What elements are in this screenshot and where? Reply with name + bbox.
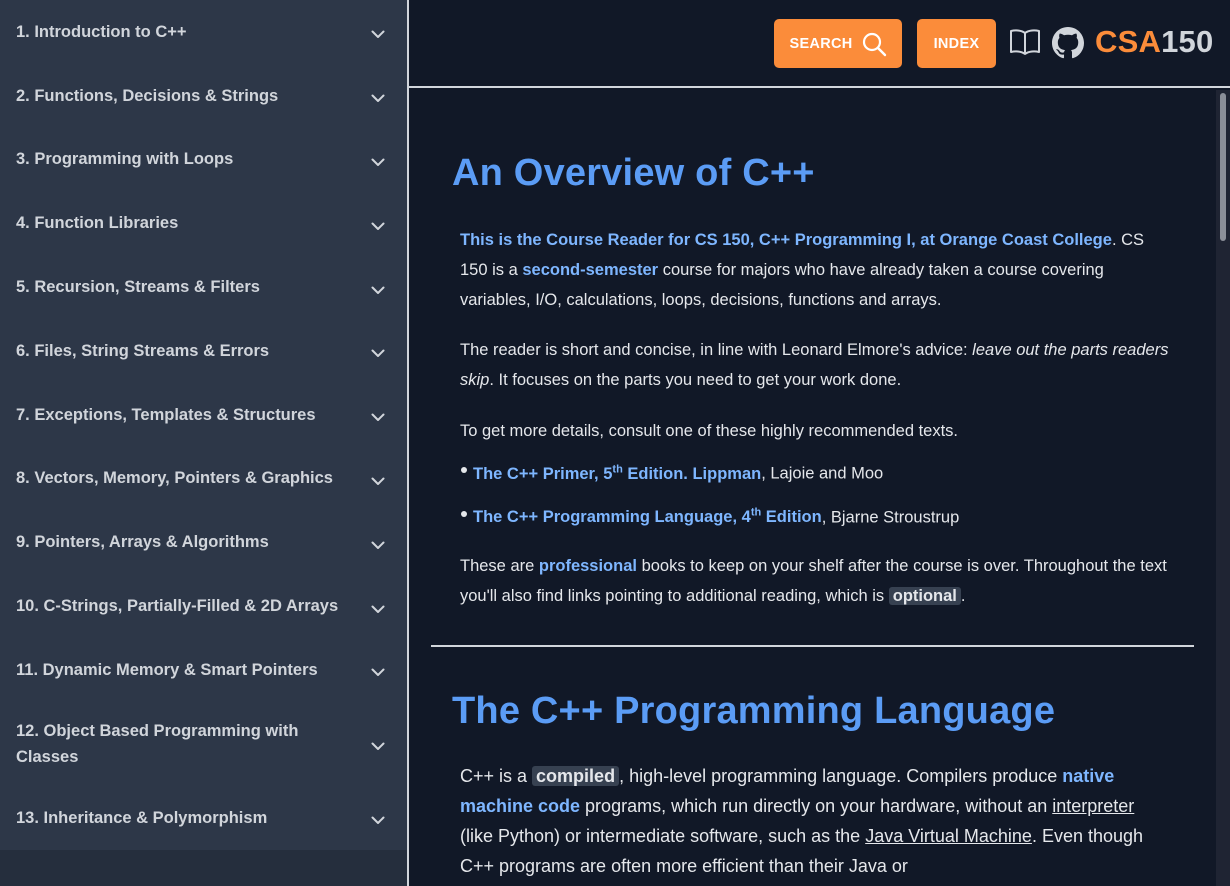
link-text: The C++ Programming Language, 4 xyxy=(473,508,751,526)
link-text: Edition xyxy=(761,508,822,526)
book-list: The C++ Primer, 5th Edition. Lippman, La… xyxy=(460,450,960,538)
sidebar-item-chapter-9[interactable]: 9. Pointers, Arrays & Algorithms xyxy=(0,510,407,574)
cpp-language-link[interactable]: The C++ Programming Language, 4th Editio… xyxy=(473,506,822,527)
site-logo[interactable]: CSA150 xyxy=(1095,24,1213,60)
chevron-down-icon xyxy=(369,90,387,108)
section-divider xyxy=(431,645,1194,647)
sidebar-item-label: 2. Functions, Decisions & Strings xyxy=(16,86,279,105)
chevron-down-icon xyxy=(369,812,387,830)
sidebar-item-label: 12. Object Based Programming with Classe… xyxy=(16,721,299,766)
inline-code: compiled xyxy=(532,766,620,786)
chevron-down-icon xyxy=(369,281,387,299)
list-item: The C++ Primer, 5th Edition. Lippman, La… xyxy=(460,450,959,494)
advice-paragraph: The reader is short and concise, in line… xyxy=(460,335,1175,395)
sidebar-item-chapter-8[interactable]: 8. Vectors, Memory, Pointers & Graphics xyxy=(0,447,407,511)
sidebar-item-label: 5. Recursion, Streams & Filters xyxy=(16,278,260,297)
text: These are xyxy=(460,557,539,575)
language-paragraph: C++ is a compiled, high-level programmin… xyxy=(460,761,1170,881)
texts-intro-paragraph: To get more details, consult one of thes… xyxy=(460,422,959,440)
professional-link[interactable]: professional xyxy=(539,557,637,575)
sidebar-item-chapter-11[interactable]: 11. Dynamic Memory & Smart Pointers xyxy=(0,638,407,702)
text: , Lajoie and Moo xyxy=(761,464,884,483)
sidebar-item-chapter-5[interactable]: 5. Recursion, Streams & Filters xyxy=(0,255,407,319)
sidebar-item-chapter-2[interactable]: 2. Functions, Decisions & Strings xyxy=(0,64,407,128)
list-item: The C++ Programming Language, 4th Editio… xyxy=(460,494,960,538)
superscript: th xyxy=(612,463,623,475)
cpp-primer-link[interactable]: The C++ Primer, 5th Edition. Lippman xyxy=(473,463,762,483)
scrollbar[interactable] xyxy=(1216,90,1230,886)
scrollbar-thumb[interactable] xyxy=(1220,93,1226,241)
superscript: th xyxy=(750,506,762,519)
chevron-down-icon xyxy=(369,153,387,171)
search-icon xyxy=(862,32,886,56)
chevron-down-icon xyxy=(369,738,387,756)
section-heading: The C++ Programming Language xyxy=(452,690,1056,732)
sidebar-item-chapter-10[interactable]: 10. C-Strings, Partially-Filled & 2D Arr… xyxy=(0,574,407,638)
index-button[interactable]: INDEX xyxy=(917,19,996,68)
search-button[interactable]: SEARCH xyxy=(774,19,902,68)
interpreter-link[interactable]: interpreter xyxy=(1052,796,1134,816)
main-content: An Overview of C++ This is the Course Re… xyxy=(409,90,1230,886)
github-icon[interactable] xyxy=(1052,27,1084,59)
sidebar-item-chapter-1[interactable]: 1. Introduction to C++ xyxy=(0,0,407,64)
link-text: Edition. Lippman xyxy=(622,464,762,483)
text: , Bjarne Stroustrup xyxy=(821,508,960,526)
chevron-down-icon xyxy=(369,472,387,490)
sidebar-item-label: 4. Function Libraries xyxy=(16,214,179,233)
sidebar: 1. Introduction to C++ 2. Functions, Dec… xyxy=(0,0,407,886)
sidebar-list: 1. Introduction to C++ 2. Functions, Dec… xyxy=(0,0,407,850)
text: (like Python) or intermediate software, … xyxy=(460,826,866,846)
sidebar-item-chapter-6[interactable]: 6. Files, String Streams & Errors xyxy=(0,319,407,383)
intro-paragraph: This is the Course Reader for CS 150, C+… xyxy=(460,225,1175,315)
sidebar-item-chapter-7[interactable]: 7. Exceptions, Templates & Structures xyxy=(0,383,407,447)
sidebar-item-label: 10. C-Strings, Partially-Filled & 2D Arr… xyxy=(16,597,339,616)
sidebar-item-label: 8. Vectors, Memory, Pointers & Graphics xyxy=(16,469,333,488)
brand-prefix: CSA xyxy=(1095,24,1162,59)
jvm-link[interactable]: Java Virtual Machine xyxy=(865,826,1032,846)
link-text: The C++ Primer, 5 xyxy=(473,464,613,483)
sidebar-item-label: 11. Dynamic Memory & Smart Pointers xyxy=(16,660,318,679)
sidebar-item-label: 3. Programming with Loops xyxy=(16,150,234,169)
chevron-down-icon xyxy=(369,536,387,554)
brand-suffix: 150 xyxy=(1161,24,1214,59)
sidebar-item-label: 1. Introduction to C++ xyxy=(16,22,187,41)
text: programs, which run directly on your har… xyxy=(580,796,1053,816)
chevron-down-icon xyxy=(369,664,387,682)
sidebar-item-label: 6. Files, String Streams & Errors xyxy=(16,341,270,360)
index-button-label: INDEX xyxy=(933,35,980,52)
chevron-down-icon xyxy=(369,345,387,363)
text: C++ is a xyxy=(460,766,533,786)
text: . It focuses on the parts you need to ge… xyxy=(489,371,902,389)
text: , high-level programming language. Compi… xyxy=(619,766,1063,786)
sidebar-item-label: 9. Pointers, Arrays & Algorithms xyxy=(16,533,269,552)
chevron-down-icon xyxy=(369,26,387,44)
book-icon[interactable] xyxy=(1009,27,1041,57)
page-title: An Overview of C++ xyxy=(452,152,815,194)
professional-paragraph: These are professional books to keep on … xyxy=(460,551,1180,611)
sidebar-item-chapter-3[interactable]: 3. Programming with Loops xyxy=(0,128,407,192)
search-button-label: SEARCH xyxy=(789,35,853,52)
chevron-down-icon xyxy=(369,217,387,235)
sidebar-item-chapter-12[interactable]: 12. Object Based Programming with Classe… xyxy=(0,702,407,786)
sidebar-item-label: 7. Exceptions, Templates & Structures xyxy=(16,405,316,424)
chevron-down-icon xyxy=(369,600,387,618)
sidebar-item-chapter-13[interactable]: 13. Inheritance & Polymorphism xyxy=(0,786,407,850)
chevron-down-icon xyxy=(369,409,387,427)
course-reader-link[interactable]: This is the Course Reader for CS 150, C+… xyxy=(460,231,1112,249)
sidebar-item-chapter-4[interactable]: 4. Function Libraries xyxy=(0,191,407,255)
inline-code: optional xyxy=(888,587,961,605)
text: The reader is short and concise, in line… xyxy=(460,341,973,359)
second-semester-link[interactable]: second-semester xyxy=(522,261,658,279)
text: . xyxy=(960,587,966,605)
top-header: SEARCH INDEX CSA150 xyxy=(409,0,1230,88)
sidebar-footer xyxy=(0,850,407,886)
sidebar-item-label: 13. Inheritance & Polymorphism xyxy=(16,808,268,827)
